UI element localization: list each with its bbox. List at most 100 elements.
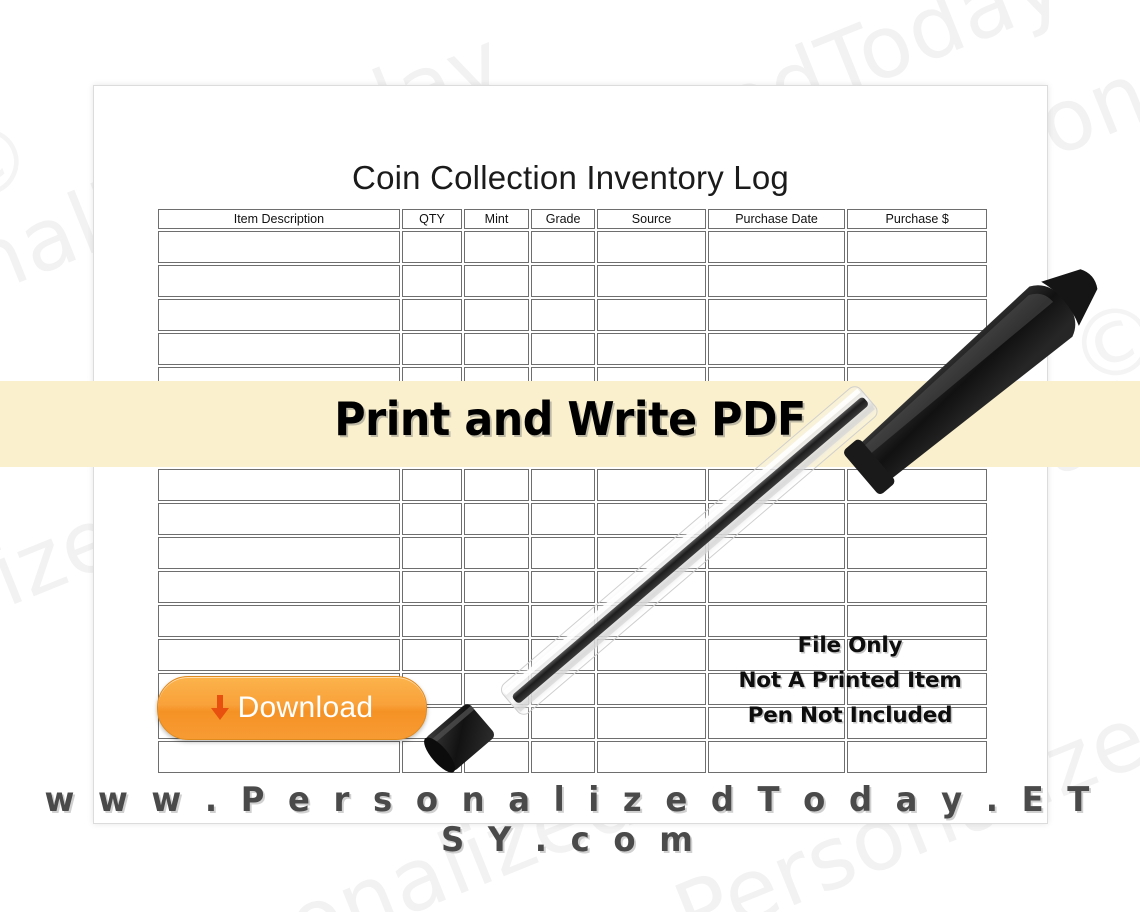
table-cell-item_description[interactable]	[158, 741, 400, 773]
table-cell-source[interactable]	[597, 265, 706, 297]
table-cell-purchase_amount[interactable]	[847, 741, 987, 773]
disclaimer-line-1: File Only	[797, 633, 903, 658]
watermark-copyright-icon: ©	[0, 96, 49, 231]
table-cell-item_description[interactable]	[158, 231, 400, 263]
table-cell-mint[interactable]	[464, 639, 529, 671]
table-row	[158, 503, 987, 535]
table-cell-qty[interactable]	[401, 571, 463, 603]
table-cell-item_description[interactable]	[158, 605, 400, 637]
table-cell-source[interactable]	[597, 333, 706, 365]
screenshot-canvas: PersonalizedToday PersonalizedToday Pers…	[0, 0, 1140, 912]
table-row	[158, 469, 987, 501]
table-row	[158, 231, 987, 263]
table-cell-purchase_date[interactable]	[707, 265, 846, 297]
table-cell-qty[interactable]	[401, 265, 463, 297]
table-cell-purchase_date[interactable]	[707, 741, 846, 773]
table-cell-mint[interactable]	[464, 469, 529, 501]
table-cell-qty[interactable]	[401, 469, 463, 501]
table-cell-grade[interactable]	[530, 299, 596, 331]
promo-banner-text: Print and Write PDF	[334, 392, 806, 446]
column-header-purchase-amount: Purchase $	[847, 209, 987, 229]
table-cell-qty[interactable]	[401, 299, 463, 331]
table-cell-grade[interactable]	[530, 741, 596, 773]
table-cell-item_description[interactable]	[158, 469, 400, 501]
table-cell-purchase_date[interactable]	[707, 299, 846, 331]
table-cell-mint[interactable]	[464, 571, 529, 603]
table-cell-purchase_amount[interactable]	[847, 503, 987, 535]
table-cell-source[interactable]	[597, 299, 706, 331]
table-cell-source[interactable]	[597, 741, 706, 773]
table-cell-purchase_amount[interactable]	[847, 231, 987, 263]
table-cell-grade[interactable]	[530, 333, 596, 365]
table-cell-item_description[interactable]	[158, 571, 400, 603]
table-cell-source[interactable]	[597, 503, 706, 535]
table-cell-item_description[interactable]	[158, 299, 400, 331]
table-cell-grade[interactable]	[530, 605, 596, 637]
table-cell-purchase_date[interactable]	[707, 537, 846, 569]
table-cell-grade[interactable]	[530, 469, 596, 501]
table-cell-mint[interactable]	[464, 333, 529, 365]
table-header-row: Item Description QTY Mint Grade Source P…	[158, 209, 987, 229]
table-cell-purchase_amount[interactable]	[847, 537, 987, 569]
table-cell-item_description[interactable]	[158, 503, 400, 535]
table-cell-purchase_amount[interactable]	[847, 299, 987, 331]
table-cell-mint[interactable]	[464, 503, 529, 535]
table-cell-source[interactable]	[597, 571, 706, 603]
disclaimer-block: File Only Not A Printed Item Pen Not Inc…	[660, 628, 1040, 733]
table-cell-mint[interactable]	[464, 265, 529, 297]
table-row	[158, 537, 987, 569]
table-cell-mint[interactable]	[464, 299, 529, 331]
table-cell-grade[interactable]	[530, 231, 596, 263]
table-cell-purchase_date[interactable]	[707, 469, 846, 501]
table-cell-grade[interactable]	[530, 537, 596, 569]
column-header-source: Source	[597, 209, 706, 229]
table-cell-purchase_amount[interactable]	[847, 333, 987, 365]
download-button-label: Download	[237, 691, 374, 724]
table-cell-mint[interactable]	[464, 605, 529, 637]
table-cell-qty[interactable]	[401, 333, 463, 365]
table-cell-item_description[interactable]	[158, 333, 400, 365]
table-cell-source[interactable]	[597, 469, 706, 501]
table-cell-grade[interactable]	[530, 503, 596, 535]
column-header-grade: Grade	[530, 209, 596, 229]
footer-website-url: w w w . P e r s o n a l i z e d T o d a …	[44, 780, 1096, 860]
table-cell-source[interactable]	[597, 231, 706, 263]
table-row	[158, 299, 987, 331]
table-cell-mint[interactable]	[464, 231, 529, 263]
table-cell-qty[interactable]	[401, 537, 463, 569]
download-button[interactable]: Download	[157, 676, 427, 740]
table-cell-mint[interactable]	[464, 707, 529, 739]
table-cell-grade[interactable]	[530, 571, 596, 603]
table-cell-purchase_amount[interactable]	[847, 265, 987, 297]
table-cell-qty[interactable]	[401, 741, 463, 773]
table-row	[158, 741, 987, 773]
table-cell-grade[interactable]	[530, 673, 596, 705]
table-cell-purchase_date[interactable]	[707, 571, 846, 603]
column-header-purchase-date: Purchase Date	[707, 209, 846, 229]
table-cell-qty[interactable]	[401, 639, 463, 671]
table-cell-mint[interactable]	[464, 537, 529, 569]
table-cell-grade[interactable]	[530, 265, 596, 297]
disclaimer-line-3: Pen Not Included	[747, 703, 953, 728]
table-cell-mint[interactable]	[464, 741, 529, 773]
table-cell-mint[interactable]	[464, 673, 529, 705]
table-cell-purchase_amount[interactable]	[847, 571, 987, 603]
table-cell-qty[interactable]	[401, 605, 463, 637]
table-cell-purchase_date[interactable]	[707, 503, 846, 535]
table-cell-purchase_amount[interactable]	[847, 469, 987, 501]
table-cell-grade[interactable]	[530, 707, 596, 739]
table-cell-purchase_date[interactable]	[707, 231, 846, 263]
table-cell-purchase_date[interactable]	[707, 333, 846, 365]
column-header-mint: Mint	[464, 209, 529, 229]
table-cell-qty[interactable]	[401, 231, 463, 263]
table-cell-item_description[interactable]	[158, 265, 400, 297]
column-header-item-description: Item Description	[158, 209, 400, 229]
disclaimer-line-2: Not A Printed Item	[738, 668, 962, 693]
table-cell-source[interactable]	[597, 537, 706, 569]
table-cell-qty[interactable]	[401, 503, 463, 535]
table-row	[158, 265, 987, 297]
column-header-qty: QTY	[401, 209, 463, 229]
table-cell-grade[interactable]	[530, 639, 596, 671]
table-cell-item_description[interactable]	[158, 537, 400, 569]
table-cell-item_description[interactable]	[158, 639, 400, 671]
